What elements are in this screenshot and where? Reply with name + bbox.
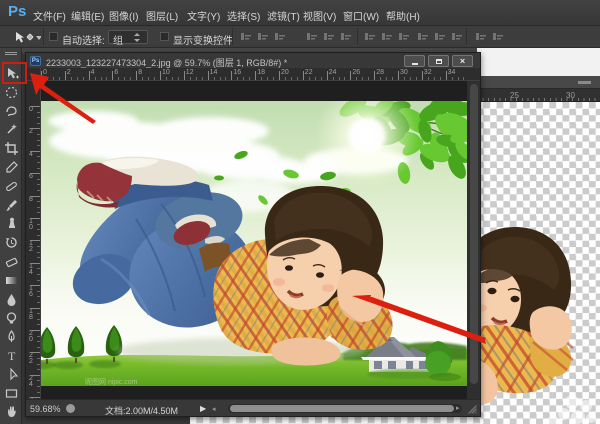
svg-text:昵图网 nipic.com: 昵图网 nipic.com	[85, 378, 138, 386]
svg-text:T: T	[8, 349, 16, 363]
